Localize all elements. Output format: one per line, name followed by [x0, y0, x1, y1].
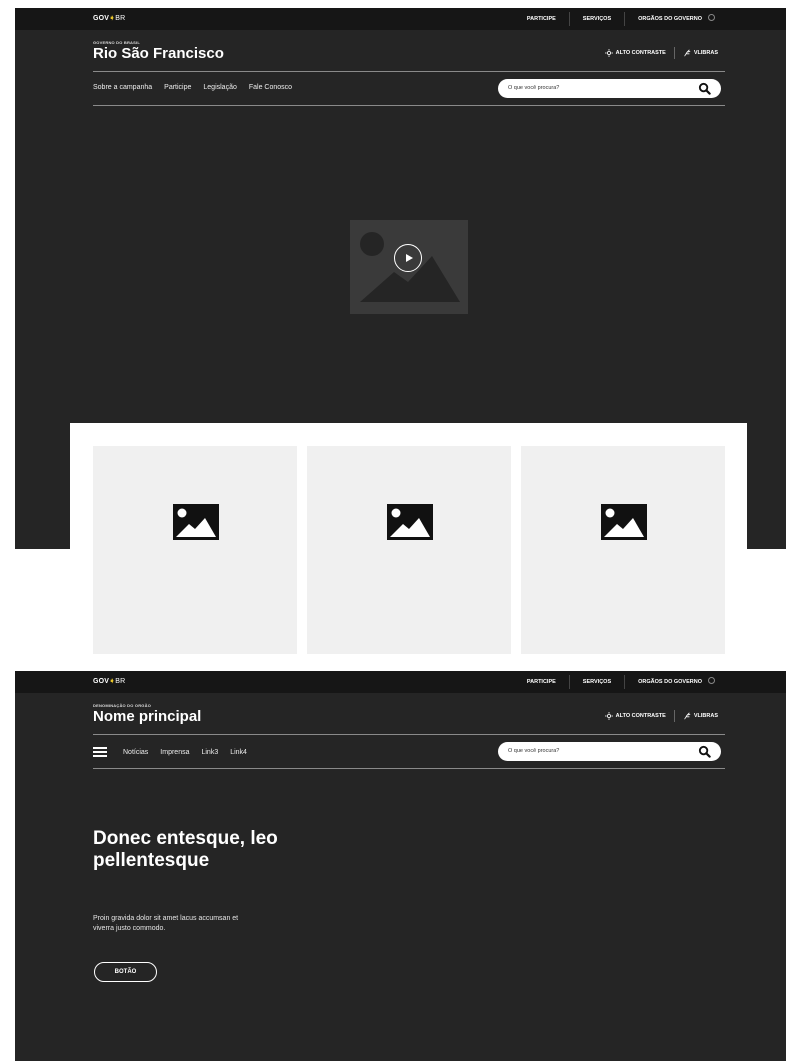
top-links: PARTICIPE SERVIÇOS ORGÃOS DO GOVERNO	[514, 671, 728, 693]
main-nav: Sobre a campanha Participe Legislação Fa…	[93, 84, 292, 91]
nav-item-legislacao[interactable]: Legislação	[203, 84, 236, 91]
nav-item-sobre[interactable]: Sobre a campanha	[93, 84, 152, 91]
hero-title: Donec entesque, leo pellentesque	[93, 828, 278, 871]
nav-item-link3[interactable]: Link3	[201, 749, 218, 756]
top-link-servicos[interactable]: SERVIÇOS	[568, 675, 624, 689]
header-tools: ALTO CONTRASTE VLIBRAS	[597, 710, 726, 722]
top-link-orgaos[interactable]: ORGÃOS DO GOVERNO	[624, 12, 728, 26]
card-image[interactable]	[93, 446, 297, 654]
header-tools: ALTO CONTRASTE VLIBRAS	[597, 47, 726, 59]
search-placeholder: O que você procura?	[508, 748, 560, 754]
main-nav: Notícias Imprensa Link3 Link4	[93, 747, 247, 757]
hero-button[interactable]: BOTÃO	[94, 962, 157, 982]
nav-item-fale-conosco[interactable]: Fale Conosco	[249, 84, 292, 91]
menu-icon[interactable]	[93, 747, 107, 757]
vlibras-button[interactable]: VLIBRAS	[675, 49, 726, 57]
contrast-icon	[604, 712, 613, 720]
search-icon[interactable]	[698, 745, 711, 758]
nav-divider	[93, 768, 725, 769]
hand-icon	[684, 49, 691, 57]
nav-item-participe[interactable]: Participe	[164, 84, 191, 91]
image-icon	[387, 504, 433, 540]
top-link-participe[interactable]: PARTICIPE	[514, 675, 569, 689]
search-input[interactable]: O que você procura?	[498, 742, 721, 761]
page-title[interactable]: Rio São Francisco	[93, 45, 224, 62]
card-image[interactable]	[307, 446, 511, 654]
top-link-servicos[interactable]: SERVIÇOS	[568, 12, 624, 26]
contrast-icon	[604, 49, 613, 57]
video-player[interactable]	[350, 220, 468, 314]
top-link-participe[interactable]: PARTICIPE	[514, 12, 569, 26]
play-icon[interactable]	[394, 244, 422, 272]
gov-topbar: GOV➧BR PARTICIPE SERVIÇOS ORGÃOS DO GOVE…	[15, 671, 786, 693]
search-placeholder: O que você procura?	[508, 85, 560, 91]
nav-item-link4[interactable]: Link4	[230, 749, 247, 756]
vlibras-button[interactable]: VLIBRAS	[675, 712, 726, 720]
gov-topbar: GOV➧BR PARTICIPE SERVIÇOS ORGÃOS DO GOVE…	[15, 8, 786, 30]
nav-item-noticias[interactable]: Notícias	[123, 749, 148, 756]
header-divider	[93, 71, 725, 72]
chevron-down-icon	[708, 14, 715, 21]
chevron-down-icon	[708, 677, 715, 684]
gov-br-logo[interactable]: GOV➧BR	[93, 677, 125, 685]
image-icon	[173, 504, 219, 540]
page-title[interactable]: Nome principal	[93, 708, 201, 725]
header-divider	[93, 734, 725, 735]
top-links: PARTICIPE SERVIÇOS ORGÃOS DO GOVERNO	[514, 8, 728, 30]
card-image[interactable]	[521, 446, 725, 654]
high-contrast-button[interactable]: ALTO CONTRASTE	[597, 712, 674, 720]
search-icon[interactable]	[698, 82, 711, 95]
nav-divider	[93, 105, 725, 106]
institutional-page-frame: GOV➧BR PARTICIPE SERVIÇOS ORGÃOS DO GOVE…	[15, 671, 786, 1061]
hand-icon	[684, 712, 691, 720]
image-icon	[601, 504, 647, 540]
search-input[interactable]: O que você procura?	[498, 79, 721, 98]
high-contrast-button[interactable]: ALTO CONTRASTE	[597, 49, 674, 57]
cards-section	[70, 423, 747, 663]
gov-br-logo[interactable]: GOV➧BR	[93, 14, 125, 22]
top-link-orgaos[interactable]: ORGÃOS DO GOVERNO	[624, 675, 728, 689]
nav-item-imprensa[interactable]: Imprensa	[160, 749, 189, 756]
hero-text: Proin gravida dolor sit amet lacus accum…	[93, 915, 239, 932]
